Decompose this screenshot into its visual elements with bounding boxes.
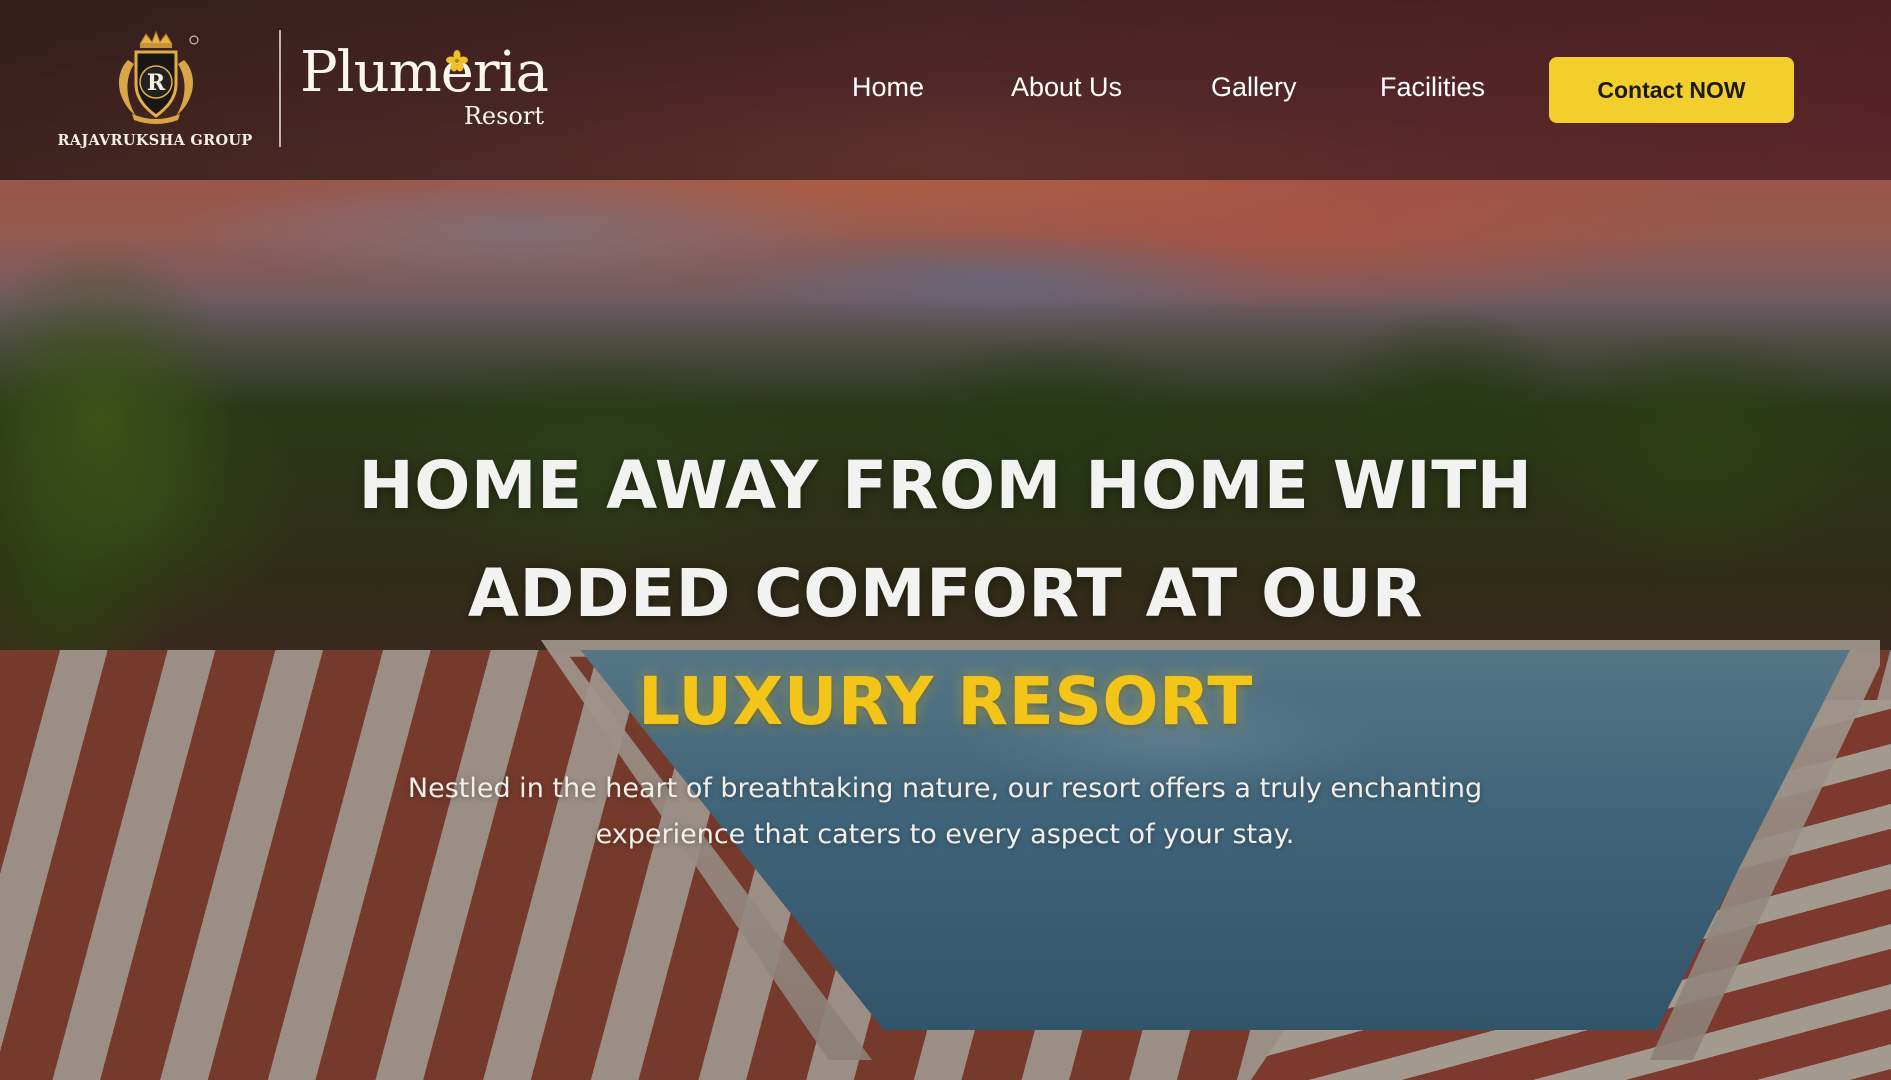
- royal-crest-icon: R: [118, 30, 199, 124]
- site-header: R RAJAVRUKSHA GROUP Plumeria Resort Home…: [0, 0, 1891, 180]
- nav-facilities[interactable]: Facilities: [1380, 72, 1485, 103]
- group-brand[interactable]: R RAJAVRUKSHA GROUP: [50, 26, 260, 154]
- resort-subtitle: Resort: [463, 102, 544, 130]
- resort-name: Plumeria: [300, 40, 549, 105]
- crest-letter: R: [147, 70, 166, 96]
- group-name: RAJAVRUKSHA GROUP: [57, 132, 253, 149]
- resort-logo[interactable]: Plumeria Resort: [300, 36, 550, 136]
- hero-title-line-1: HOME AWAY FROM HOME WITH: [358, 447, 1533, 524]
- hero-subtitle: Nestled in the heart of breathtaking nat…: [407, 773, 1483, 850]
- nav-about-us[interactable]: About Us: [1011, 72, 1122, 103]
- plumeria-flower-icon: [446, 50, 468, 72]
- contact-now-button[interactable]: Contact NOW: [1549, 57, 1794, 123]
- nav-gallery[interactable]: Gallery: [1211, 72, 1297, 103]
- brand-divider: [279, 30, 281, 147]
- hero-title: HOME AWAY FROM HOME WITH ADDED COMFORT A…: [0, 432, 1891, 756]
- nav-home[interactable]: Home: [852, 72, 924, 103]
- page: R RAJAVRUKSHA GROUP Plumeria Resort Home…: [0, 0, 1891, 1080]
- hero-title-line-2: ADDED COMFORT AT OUR: [467, 555, 1424, 632]
- hero-title-accent: LUXURY RESORT: [638, 663, 1253, 740]
